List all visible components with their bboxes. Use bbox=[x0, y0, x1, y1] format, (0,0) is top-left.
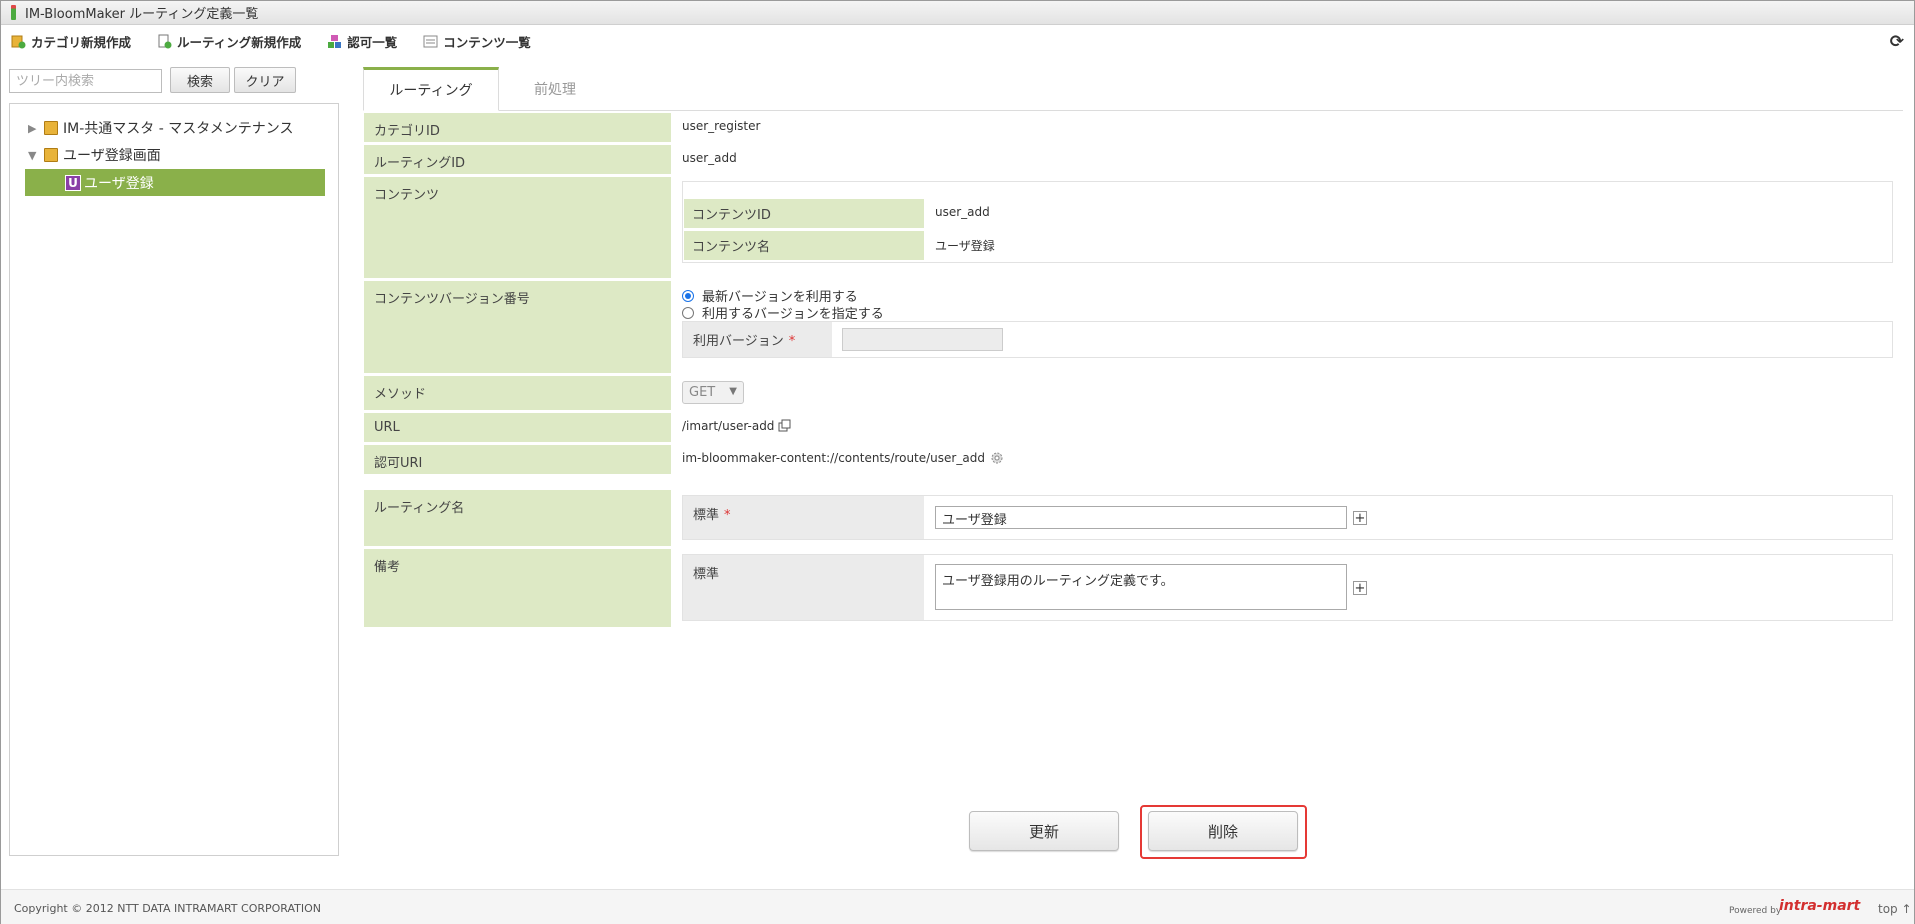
copyright-text: Copyright © 2012 NTT DATA INTRAMART CORP… bbox=[14, 902, 322, 915]
tab-preprocess-label: 前処理 bbox=[534, 82, 576, 98]
add-locale-button[interactable]: + bbox=[1353, 581, 1367, 595]
delete-button[interactable]: 削除 bbox=[1148, 811, 1298, 851]
app-window: IM-BloomMaker ルーティング定義一覧 カテゴリ新規作成 ルーティング… bbox=[0, 0, 1915, 924]
collapse-arrow-icon[interactable]: ▼ bbox=[28, 149, 44, 162]
standard-label-text: 標準 bbox=[693, 567, 720, 582]
version-label: コンテンツバージョン番号 bbox=[364, 281, 671, 373]
auth-list-icon bbox=[328, 34, 342, 48]
update-button-label: 更新 bbox=[1028, 822, 1059, 841]
user-content-icon: U bbox=[65, 174, 81, 191]
tree-pane: ▶ IM-共通マスタ - マスタメンテナンス ▼ ユーザ登録画面 U ユーザ登録 bbox=[9, 103, 339, 856]
required-mark: * bbox=[724, 508, 731, 523]
clear-button-label: クリア bbox=[245, 74, 285, 90]
tree-search-input[interactable] bbox=[9, 69, 162, 93]
routing-name-input[interactable]: ユーザ登録 bbox=[935, 506, 1347, 529]
content-name-value: ユーザ登録 bbox=[935, 239, 995, 253]
url-value: /imart/user-add bbox=[682, 419, 775, 433]
routing-id-label: ルーティングID bbox=[364, 145, 671, 174]
category-add-icon bbox=[11, 35, 26, 48]
radio-unchecked-icon bbox=[682, 306, 694, 319]
method-select[interactable]: GET ▼ bbox=[682, 381, 744, 404]
search-button-label: 検索 bbox=[186, 74, 213, 90]
new-routing-button[interactable]: ルーティング新規作成 bbox=[157, 32, 301, 51]
use-version-input[interactable] bbox=[842, 328, 1003, 351]
auth-list-button[interactable]: 認可一覧 bbox=[327, 32, 397, 51]
tree-item-label: IM-共通マスタ - マスタメンテナンス bbox=[63, 121, 294, 137]
gear-icon[interactable] bbox=[990, 451, 1004, 465]
use-version-label-text: 利用バージョン bbox=[693, 334, 784, 349]
remarks-standard-label: 標準 bbox=[683, 555, 924, 620]
powered-by-text: Powered by bbox=[1729, 906, 1782, 916]
content-id-label: コンテンツID bbox=[684, 199, 924, 228]
auth-uri-value: im-bloommaker-content://contents/route/u… bbox=[682, 451, 985, 465]
standard-label-text: 標準 bbox=[693, 508, 720, 523]
use-version-label: 利用バージョン * bbox=[683, 322, 832, 357]
search-button[interactable]: 検索 bbox=[170, 67, 230, 93]
content-name-label: コンテンツ名 bbox=[684, 231, 924, 260]
tree-item-label: ユーザ登録画面 bbox=[63, 148, 161, 164]
auth-uri-value-row: im-bloommaker-content://contents/route/u… bbox=[682, 451, 1004, 465]
new-category-label: カテゴリ新規作成 bbox=[31, 34, 132, 50]
app-icon bbox=[11, 5, 16, 20]
category-id-value: user_register bbox=[682, 119, 761, 133]
radio-checked-icon bbox=[682, 289, 694, 302]
tab-routing-label: ルーティング bbox=[389, 83, 473, 99]
copy-icon[interactable] bbox=[778, 419, 792, 433]
folder-icon bbox=[44, 148, 58, 162]
required-mark: * bbox=[788, 334, 796, 349]
tree-item-user-register[interactable]: U ユーザ登録 bbox=[25, 169, 325, 196]
routing-add-icon bbox=[158, 34, 172, 48]
auth-list-label: 認可一覧 bbox=[347, 34, 398, 50]
chevron-down-icon: ▼ bbox=[729, 386, 737, 397]
update-button[interactable]: 更新 bbox=[969, 811, 1119, 851]
content-id-value: user_add bbox=[935, 205, 990, 219]
tab-routing[interactable]: ルーティング bbox=[363, 67, 499, 111]
title-bar: IM-BloomMaker ルーティング定義一覧 bbox=[1, 1, 1914, 25]
version-specify-label: 利用するバージョンを指定する bbox=[702, 307, 884, 322]
routing-name-label: ルーティング名 bbox=[364, 490, 671, 546]
tree-item-user-register-screen[interactable]: ▼ ユーザ登録画面 bbox=[28, 143, 161, 167]
toolbar: カテゴリ新規作成 ルーティング新規作成 認可一覧 コンテンツ一覧 ⟳ bbox=[1, 26, 1914, 56]
auth-uri-label: 認可URI bbox=[364, 445, 671, 474]
tab-preprocess[interactable]: 前処理 bbox=[499, 67, 611, 111]
content-label: コンテンツ bbox=[364, 177, 671, 278]
new-routing-label: ルーティング新規作成 bbox=[177, 34, 302, 50]
method-label: メソッド bbox=[364, 376, 671, 410]
footer: Copyright © 2012 NTT DATA INTRAMART CORP… bbox=[1, 889, 1914, 924]
folder-icon bbox=[44, 121, 58, 135]
routing-name-standard-label: 標準 * bbox=[683, 496, 924, 539]
window-title: IM-BloomMaker ルーティング定義一覧 bbox=[25, 7, 259, 22]
refresh-icon[interactable]: ⟳ bbox=[1890, 32, 1904, 52]
content-list-button[interactable]: コンテンツ一覧 bbox=[423, 32, 531, 51]
url-label: URL bbox=[364, 413, 671, 442]
top-link[interactable]: top ↑ bbox=[1878, 902, 1912, 916]
clear-button[interactable]: クリア bbox=[234, 67, 296, 93]
routing-id-value: user_add bbox=[682, 151, 737, 165]
tree-item-common-master[interactable]: ▶ IM-共通マスタ - マスタメンテナンス bbox=[28, 116, 294, 140]
brand-logo: intra-mart bbox=[1779, 898, 1860, 914]
tab-bar: ルーティング 前処理 bbox=[363, 67, 1903, 111]
content-list-icon bbox=[423, 35, 438, 47]
url-value-row: /imart/user-add bbox=[682, 419, 792, 433]
brand-text: intra-mart bbox=[1779, 898, 1861, 914]
new-category-button[interactable]: カテゴリ新規作成 bbox=[11, 32, 131, 51]
remarks-label: 備考 bbox=[364, 549, 671, 627]
category-id-label: カテゴリID bbox=[364, 113, 671, 142]
content-list-label: コンテンツ一覧 bbox=[443, 34, 531, 50]
expand-arrow-icon[interactable]: ▶ bbox=[28, 122, 44, 135]
tree-item-label: ユーザ登録 bbox=[84, 175, 154, 192]
method-select-value: GET bbox=[689, 385, 716, 400]
add-locale-button[interactable]: + bbox=[1353, 511, 1367, 525]
delete-button-label: 削除 bbox=[1207, 822, 1238, 841]
version-specify-radio[interactable]: 利用するバージョンを指定する bbox=[682, 303, 884, 322]
remarks-textarea[interactable]: ユーザ登録用のルーティング定義です。 bbox=[935, 564, 1347, 610]
